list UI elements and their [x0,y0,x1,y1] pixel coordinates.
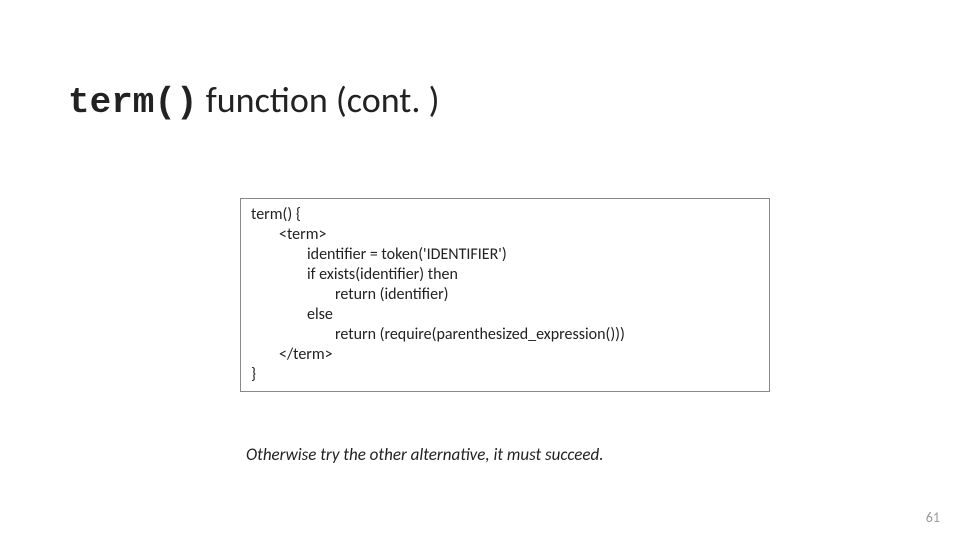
code-line: return (identifier) [251,285,759,305]
code-line: return (require(parenthesized_expression… [251,325,759,345]
note-text: Otherwise try the other alternative, it … [246,444,604,465]
code-line: term() { [251,205,759,225]
code-box: term() { <term> identifier = token('IDEN… [240,198,770,392]
code-line: if exists(identifier) then [251,265,759,285]
code-line: identifier = token('IDENTIFIER') [251,245,759,265]
code-line: </term> [251,345,759,365]
title-mono: term() [68,82,198,123]
slide-title: term() function (cont. ) [68,78,440,123]
code-line: else [251,305,759,325]
title-rest: function (cont. ) [198,78,440,122]
slide: term() function (cont. ) term() { <term>… [0,0,960,540]
code-line: <term> [251,225,759,245]
page-number: 61 [926,509,940,526]
code-line: } [251,365,759,385]
